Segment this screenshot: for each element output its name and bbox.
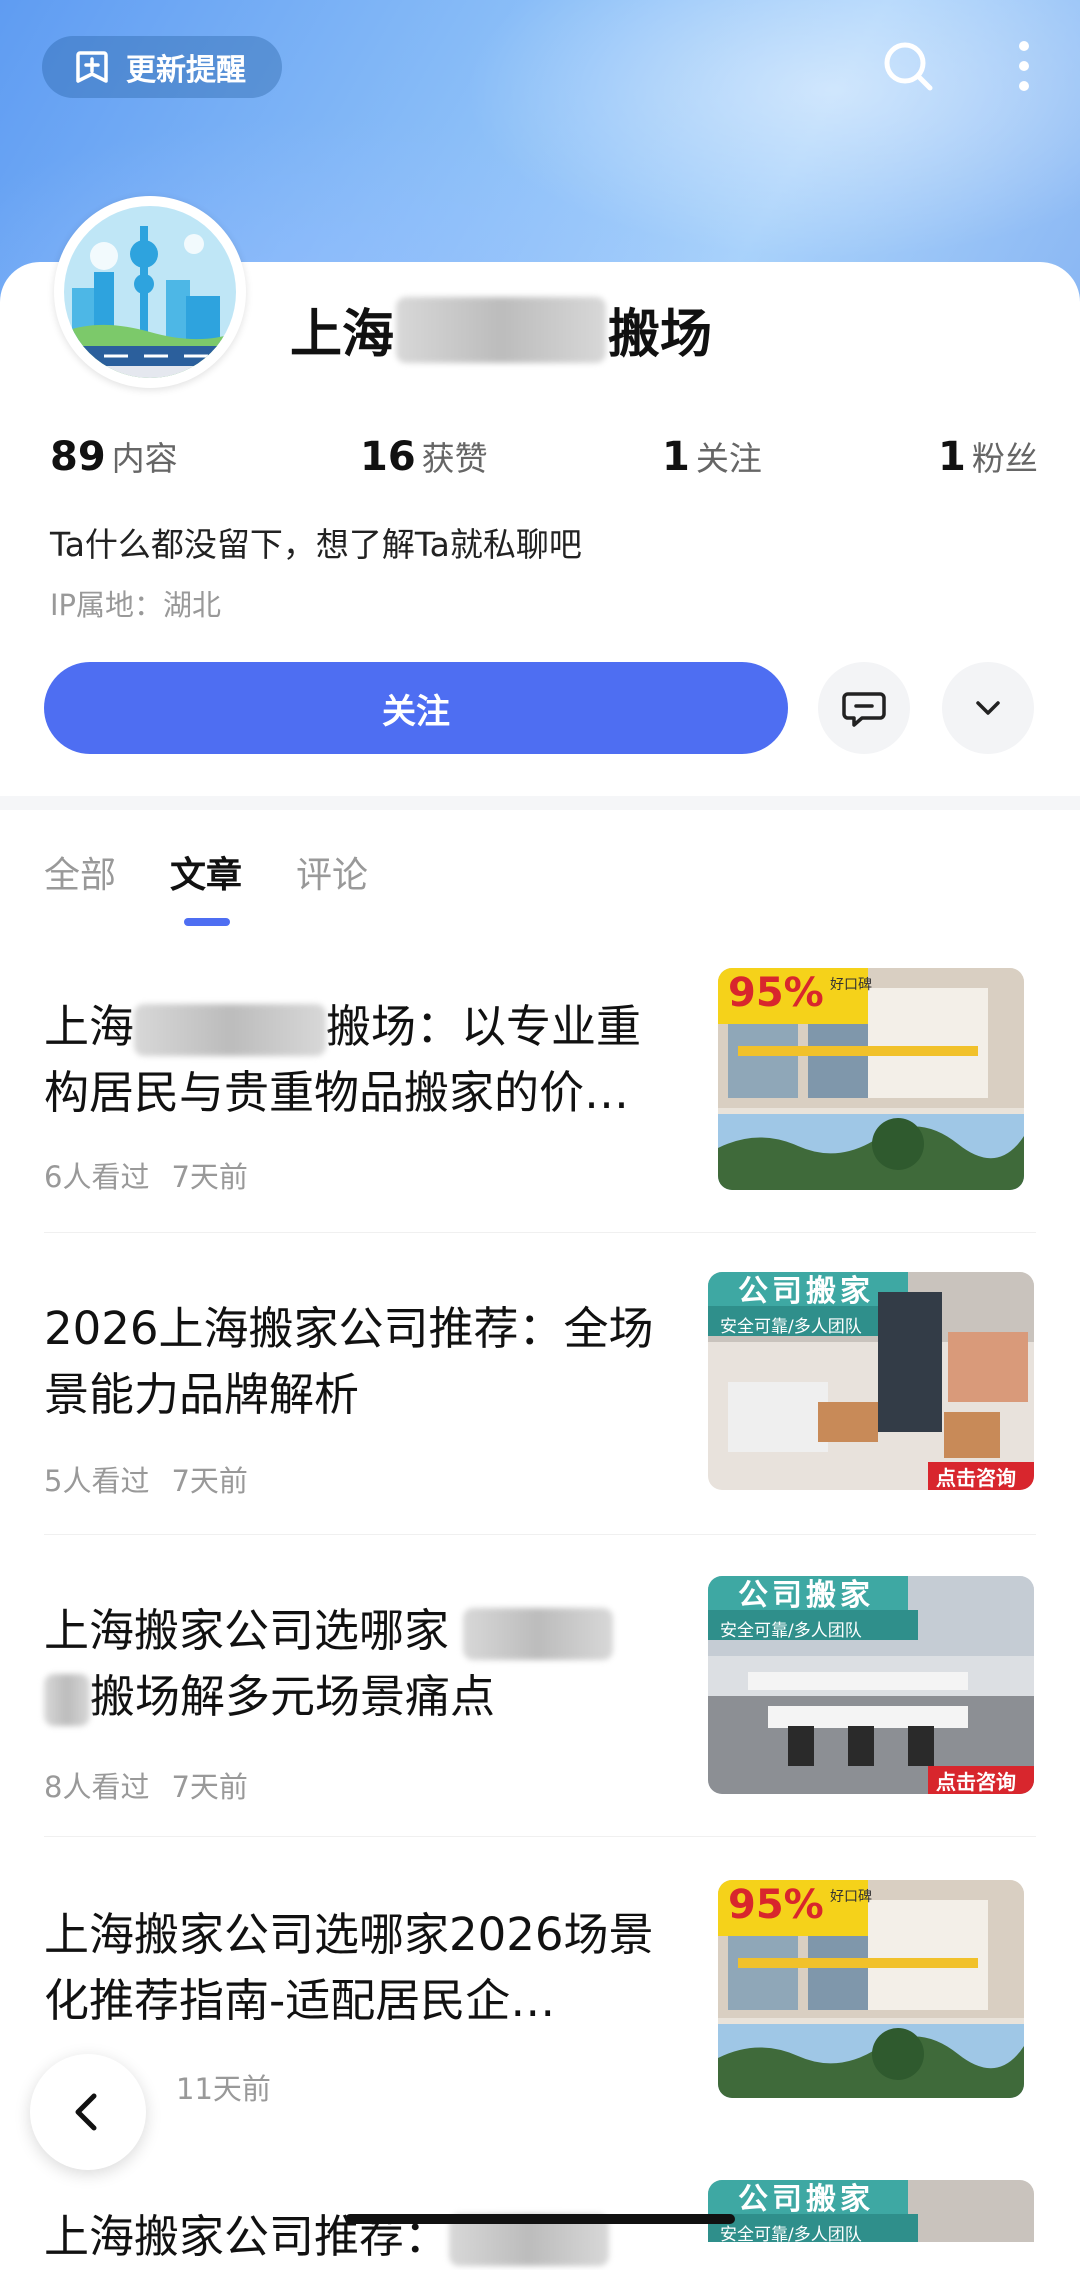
article-meta: 11天前	[176, 2066, 293, 2108]
follow-button-label: 关注	[382, 691, 450, 732]
article-meta: 6人看过 7天前	[44, 1154, 270, 1196]
tab-all[interactable]: 全部	[44, 846, 116, 898]
article-title: 上海搬家公司选哪家2026场景化推荐指南-适配居民企…	[44, 1908, 654, 2027]
thumbnail-sub-text: 安全可靠/多人团队	[720, 1621, 862, 1641]
blurred-text-redaction	[134, 1004, 327, 1056]
stat-number: 1	[662, 434, 690, 480]
thumbnail-badge: 95%	[728, 970, 824, 1016]
stat-likes[interactable]: 16 获赞	[360, 432, 488, 480]
publish-time: 7天前	[171, 1770, 248, 1804]
article-title-part: 搬场解多元场景痛点	[90, 1670, 496, 1723]
home-indicator[interactable]	[345, 2214, 735, 2224]
view-count: 5人看过	[44, 1464, 150, 1498]
stat-content[interactable]: 89 内容	[50, 432, 178, 480]
stat-number: 16	[360, 434, 416, 480]
profile-name: 上海 搬场	[290, 292, 712, 367]
view-count: 8人看过	[44, 1770, 150, 1804]
article-title-part: 上海	[44, 1000, 135, 1053]
article-item[interactable]: 上海搬家公司推荐： 公司搬家 安全可靠/多人团队	[0, 2180, 1080, 2266]
article-title-part: 上海搬家公司选哪家	[44, 1604, 450, 1657]
article-thumbnail: 95% 好口碑	[718, 968, 1024, 1190]
stat-label: 获赞	[421, 439, 488, 478]
article-title: 2026上海搬家公司推荐：全场景能力品牌解析	[44, 1302, 654, 1421]
message-button[interactable]	[818, 662, 910, 754]
chevron-down-icon	[976, 701, 1000, 715]
thumbnail-cta-text: 点击咨询	[936, 1770, 1016, 1794]
avatar[interactable]	[54, 196, 246, 388]
thumbnail-banner-text: 公司搬家	[738, 1578, 874, 1613]
thumbnail-banner-text: 公司搬家	[738, 2182, 874, 2217]
back-button[interactable]	[30, 2054, 146, 2170]
bell-plus-icon	[76, 51, 108, 83]
stat-followers[interactable]: 1 粉丝	[938, 432, 1038, 480]
article-meta: 8人看过 7天前	[44, 1764, 270, 1806]
publish-time: 7天前	[171, 1464, 248, 1498]
publish-time: 7天前	[171, 1160, 248, 1194]
thumbnail-cta-text: 点击咨询	[936, 1466, 1016, 1490]
article-item[interactable]: 上海 搬场：以专业重构居民与贵重物品搬家的价… 6人看过 7天前 95% 好口碑	[0, 968, 1080, 1228]
item-separator	[44, 1534, 1036, 1535]
thumbnail-sub-text: 安全可靠/多人团队	[720, 1317, 862, 1337]
article-item[interactable]: 上海搬家公司选哪家2026场景化推荐指南-适配居民企… 11天前 95% 好口碑	[0, 1880, 1080, 2120]
tab-comments[interactable]: 评论	[296, 846, 368, 898]
article-meta: 5人看过 7天前	[44, 1458, 270, 1500]
search-icon[interactable]	[880, 38, 936, 94]
view-count: 6人看过	[44, 1160, 150, 1194]
thumbnail-badge-sub: 好口碑	[830, 977, 872, 993]
blurred-text-redaction	[44, 1674, 90, 1726]
expand-button[interactable]	[942, 662, 1034, 754]
message-icon	[842, 692, 886, 727]
update-reminder-label: 更新提醒	[126, 53, 246, 88]
follow-button[interactable]: 关注	[44, 662, 788, 754]
tab-articles[interactable]: 文章	[170, 846, 242, 898]
thumbnail-badge: 95%	[728, 1882, 824, 1928]
thumbnail-sub-text: 安全可靠/多人团队	[720, 2225, 862, 2242]
stat-label: 粉丝	[971, 439, 1038, 478]
stat-number: 89	[50, 434, 106, 480]
article-thumbnail: 公司搬家 安全可靠/多人团队	[708, 2180, 1034, 2242]
profile-name-suffix: 搬场	[608, 305, 713, 365]
city-skyline-avatar-image	[58, 200, 242, 384]
article-item[interactable]: 2026上海搬家公司推荐：全场景能力品牌解析 5人看过 7天前 公司搬家 安全可靠…	[0, 1272, 1080, 1512]
more-vertical-icon[interactable]	[1004, 38, 1044, 98]
thumbnail-banner-text: 公司搬家	[738, 1274, 874, 1309]
article-thumbnail: 95% 好口碑	[718, 1880, 1024, 2098]
publish-time: 11天前	[176, 2072, 271, 2106]
stat-label: 内容	[111, 439, 178, 478]
profile-bio: Ta什么都没留下，想了解Ta就私聊吧	[50, 525, 582, 564]
article-thumbnail: 公司搬家 安全可靠/多人团队 点击咨询	[708, 1272, 1034, 1490]
article-title: 上海 搬场：以专业重构居民与贵重物品搬家的价…	[44, 994, 684, 1126]
article-thumbnail: 公司搬家 安全可靠/多人团队 点击咨询	[708, 1576, 1034, 1794]
ip-location: IP属地：湖北	[50, 588, 222, 622]
stat-number: 1	[938, 434, 966, 480]
section-divider	[0, 796, 1080, 810]
blurred-name-redaction	[396, 296, 607, 363]
profile-name-prefix: 上海	[290, 305, 395, 365]
blurred-text-redaction	[463, 1608, 614, 1660]
thumbnail-badge-sub: 好口碑	[830, 1889, 872, 1905]
article-title: 上海搬家公司选哪家 搬场解多元场景痛点	[44, 1598, 684, 1730]
content-tabs: 全部 文章 评论	[0, 846, 1080, 916]
stat-label: 关注	[695, 439, 762, 478]
active-tab-indicator	[184, 918, 230, 926]
stat-following[interactable]: 1 关注	[662, 432, 762, 480]
item-separator	[44, 1232, 1036, 1233]
item-separator	[44, 1836, 1036, 1837]
article-item[interactable]: 上海搬家公司选哪家 搬场解多元场景痛点 8人看过 7天前 公司搬家 安全可靠/多人…	[0, 1576, 1080, 1816]
update-reminder-button[interactable]: 更新提醒	[42, 36, 282, 98]
profile-stats: 89 内容 16 获赞 1 关注 1 粉丝	[0, 432, 1080, 488]
chevron-left-icon	[75, 2093, 97, 2131]
